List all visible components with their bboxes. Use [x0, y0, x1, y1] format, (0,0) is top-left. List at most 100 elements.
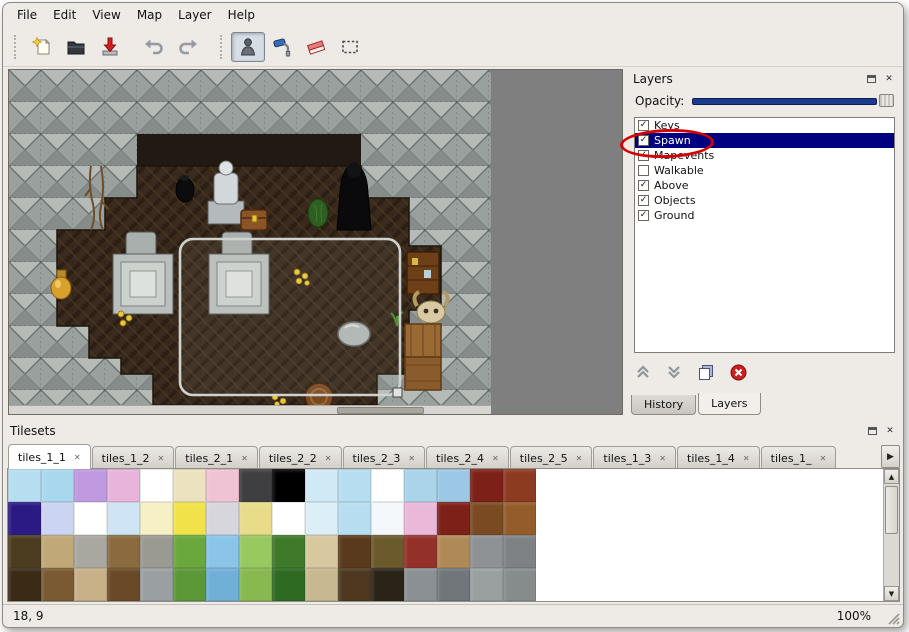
toolbar-handle[interactable]: [14, 35, 20, 59]
open-file-button[interactable]: [59, 32, 93, 62]
layer-visibility-checkbox[interactable]: ✓: [638, 195, 649, 206]
tileset-tile[interactable]: [206, 535, 239, 568]
tab-close-icon[interactable]: ✕: [659, 454, 666, 463]
layer-visibility-checkbox[interactable]: ✓: [638, 210, 649, 221]
map-selection[interactable]: [180, 239, 402, 397]
delete-layer-button[interactable]: [730, 364, 747, 381]
tileset-tile[interactable]: [371, 469, 404, 502]
rect-select-tool-button[interactable]: [333, 32, 367, 62]
layer-row-mapevents[interactable]: ✓Mapevents: [635, 148, 894, 163]
tab-layers[interactable]: Layers: [698, 393, 760, 415]
tileset-tile[interactable]: [338, 568, 371, 601]
tileset-tile[interactable]: [503, 568, 536, 601]
map-canvas[interactable]: [9, 70, 491, 405]
tileset-tab-tiles_2_3[interactable]: tiles_2_3✕: [343, 446, 426, 469]
layer-visibility-checkbox[interactable]: ✓: [638, 120, 649, 131]
tileset-tile[interactable]: [305, 502, 338, 535]
tileset-tab-tiles_2_2[interactable]: tiles_2_2✕: [259, 446, 342, 469]
toolbar-handle[interactable]: [220, 35, 226, 59]
tileset-tab-tiles_1_3[interactable]: tiles_1_3✕: [593, 446, 676, 469]
scroll-up-button[interactable]: ▲: [884, 469, 899, 484]
tileset-tile[interactable]: [470, 502, 503, 535]
tileset-tile[interactable]: [140, 469, 173, 502]
redo-button[interactable]: [171, 32, 205, 62]
paint-tool-button[interactable]: [265, 32, 299, 62]
tileset-tile[interactable]: [305, 535, 338, 568]
tileset-tile[interactable]: [173, 535, 206, 568]
tileset-tile[interactable]: [305, 568, 338, 601]
tileset-tile[interactable]: [470, 568, 503, 601]
tileset-tab-tiles_1_[interactable]: tiles_1_✕: [761, 446, 837, 469]
tileset-tile[interactable]: [272, 469, 305, 502]
tileset-tile[interactable]: [404, 568, 437, 601]
tileset-tile[interactable]: [140, 535, 173, 568]
tileset-tile[interactable]: [437, 568, 470, 601]
tab-close-icon[interactable]: ✕: [74, 453, 81, 462]
tab-history[interactable]: History: [631, 395, 696, 415]
tileset-tile[interactable]: [239, 502, 272, 535]
dock-close-button[interactable]: ✕: [883, 424, 897, 438]
menu-file[interactable]: File: [9, 5, 45, 25]
tileset-tile[interactable]: [107, 502, 140, 535]
move-layer-up-button[interactable]: [635, 364, 651, 380]
vscroll-thumb[interactable]: [885, 486, 898, 534]
tileset-tile[interactable]: [305, 469, 338, 502]
tab-close-icon[interactable]: ✕: [408, 454, 415, 463]
tileset-tile[interactable]: [503, 535, 536, 568]
tileset-tile[interactable]: [173, 502, 206, 535]
tileset-tile[interactable]: [503, 469, 536, 502]
dock-close-button[interactable]: ✕: [882, 72, 896, 86]
tileset-tile[interactable]: [239, 535, 272, 568]
tileset-tile[interactable]: [74, 502, 107, 535]
tileset-tile[interactable]: [437, 469, 470, 502]
map-hscroll-thumb[interactable]: [337, 407, 424, 414]
entity-tool-button[interactable]: [231, 32, 265, 62]
tileset-vertical-scrollbar[interactable]: ▲ ▼: [883, 469, 899, 601]
tileset-tile[interactable]: [470, 469, 503, 502]
tileset-tile[interactable]: [338, 502, 371, 535]
tileset-tile[interactable]: [41, 502, 74, 535]
tileset-tile[interactable]: [140, 568, 173, 601]
layer-visibility-checkbox[interactable]: ✓: [638, 135, 649, 146]
tileset-tile[interactable]: [8, 568, 41, 601]
tileset-tile[interactable]: [404, 502, 437, 535]
tileset-tab-tiles_1_2[interactable]: tiles_1_2✕: [92, 446, 175, 469]
tileset-tile[interactable]: [173, 469, 206, 502]
tileset-tile[interactable]: [140, 502, 173, 535]
tileset-tile[interactable]: [371, 502, 404, 535]
layer-visibility-checkbox[interactable]: ✓: [638, 150, 649, 161]
layer-row-objects[interactable]: ✓Objects: [635, 193, 894, 208]
tileset-tile[interactable]: [239, 568, 272, 601]
tileset-tab-tiles_1_4[interactable]: tiles_1_4✕: [677, 446, 760, 469]
tileset-tab-tiles_2_1[interactable]: tiles_2_1✕: [175, 446, 258, 469]
menu-help[interactable]: Help: [220, 5, 263, 25]
tileset-tile[interactable]: [41, 568, 74, 601]
map-viewport[interactable]: [8, 69, 623, 415]
move-layer-down-button[interactable]: [666, 364, 682, 380]
eraser-tool-button[interactable]: [299, 32, 333, 62]
tileset-tile[interactable]: [404, 535, 437, 568]
menu-edit[interactable]: Edit: [45, 5, 84, 25]
selection-resize-handle[interactable]: [393, 388, 402, 397]
tab-close-icon[interactable]: ✕: [241, 454, 248, 463]
tileset-tile[interactable]: [239, 469, 272, 502]
tab-close-icon[interactable]: ✕: [820, 454, 827, 463]
tileset-tile[interactable]: [8, 535, 41, 568]
layer-row-walkable[interactable]: Walkable: [635, 163, 894, 178]
tileset-tile[interactable]: [404, 469, 437, 502]
tileset-tile[interactable]: [107, 535, 140, 568]
tileset-tile[interactable]: [503, 502, 536, 535]
opacity-slider[interactable]: [692, 94, 894, 108]
tileset-tab-tiles_2_5[interactable]: tiles_2_5✕: [510, 446, 593, 469]
layer-row-ground[interactable]: ✓Ground: [635, 208, 894, 223]
tab-close-icon[interactable]: ✕: [158, 454, 165, 463]
tileset-tile[interactable]: [206, 469, 239, 502]
tileset-tile[interactable]: [74, 535, 107, 568]
tileset-tile[interactable]: [272, 568, 305, 601]
tileset-tab-tiles_2_4[interactable]: tiles_2_4✕: [426, 446, 509, 469]
tileset-tile[interactable]: [173, 568, 206, 601]
opacity-slider-handle[interactable]: [879, 94, 894, 107]
menu-view[interactable]: View: [84, 5, 128, 25]
tileset-tile[interactable]: [41, 535, 74, 568]
tab-close-icon[interactable]: ✕: [492, 454, 499, 463]
